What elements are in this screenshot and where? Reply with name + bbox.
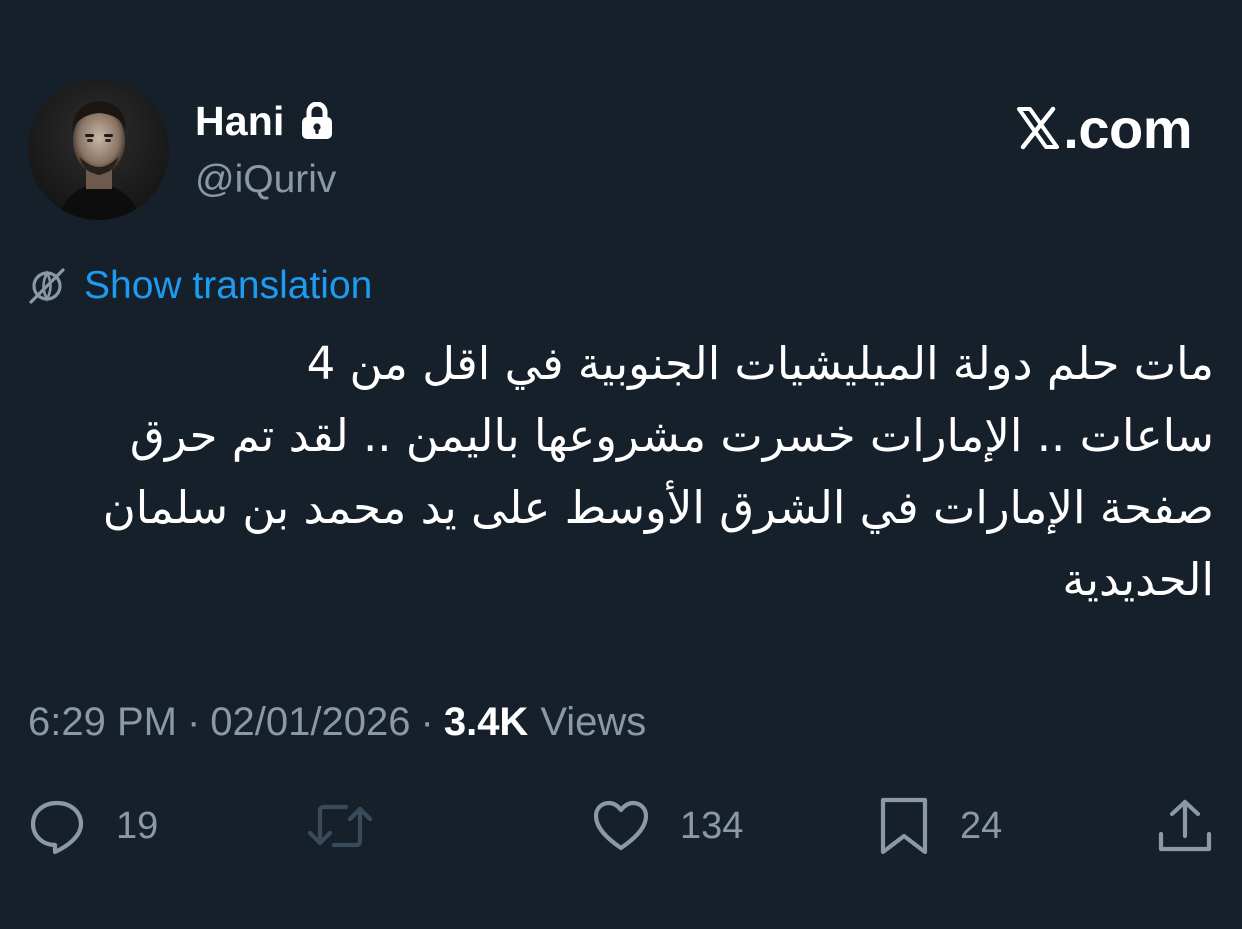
retweet-button[interactable] [306, 796, 374, 856]
avatar-image [28, 79, 169, 220]
x-logo-icon [1017, 106, 1060, 150]
author-name-row: Hani [195, 97, 333, 145]
bookmark-count: 24 [960, 804, 1003, 847]
retweet-icon [307, 804, 373, 848]
tweet-text-line: صفحة الإمارات في الشرق الأوسط على يد محم… [102, 481, 1214, 534]
tweet-text-line: ساعات .. الإمارات خسرت مشروعها باليمن ..… [129, 409, 1214, 462]
author-display-name[interactable]: Hani [195, 98, 285, 145]
tweet-text-line: مات حلم دولة الميليشيات الجنوبية في اقل … [306, 337, 1214, 390]
tweet-date[interactable]: 02/01/2026 [210, 700, 410, 745]
tweet-text-line: الحديدية [1062, 553, 1214, 606]
views-label[interactable]: Views [540, 700, 646, 745]
bookmark-icon [880, 797, 928, 855]
views-count[interactable]: 3.4K [444, 700, 529, 745]
tweet-time[interactable]: 6:29 PM [28, 700, 177, 745]
tweet-metadata: 6:29 PM · 02/01/2026 · 3.4K Views [28, 698, 646, 746]
lock-icon [301, 101, 333, 140]
speech-bubble-icon [30, 800, 84, 855]
meta-separator: · [186, 699, 201, 744]
meta-separator: · [420, 699, 434, 744]
share-button[interactable] [1156, 796, 1214, 856]
show-translation-link[interactable]: Show translation [84, 264, 372, 308]
like-count: 134 [680, 804, 744, 847]
bookmark-button[interactable]: 24 [878, 796, 1002, 856]
share-upload-icon [1158, 799, 1212, 852]
like-button[interactable]: 134 [592, 796, 743, 856]
author-handle[interactable]: @iQuriv [195, 158, 336, 202]
brand-text: .com [1063, 96, 1192, 160]
show-translation-row[interactable]: Show translation [28, 264, 372, 308]
heart-icon [593, 800, 649, 851]
brand-watermark: .com [1015, 97, 1192, 160]
tweet-card: Hani @iQuriv .com Show translation مات ح… [0, 0, 1242, 929]
tweet-body: مات حلم دولة الميليشيات الجنوبية في اقل … [14, 328, 1214, 616]
avatar[interactable] [28, 79, 169, 220]
reply-count: 19 [116, 804, 159, 847]
action-bar: 19 134 24 [0, 796, 1242, 856]
reply-button[interactable]: 19 [28, 796, 158, 856]
globe-slash-icon [29, 268, 65, 304]
